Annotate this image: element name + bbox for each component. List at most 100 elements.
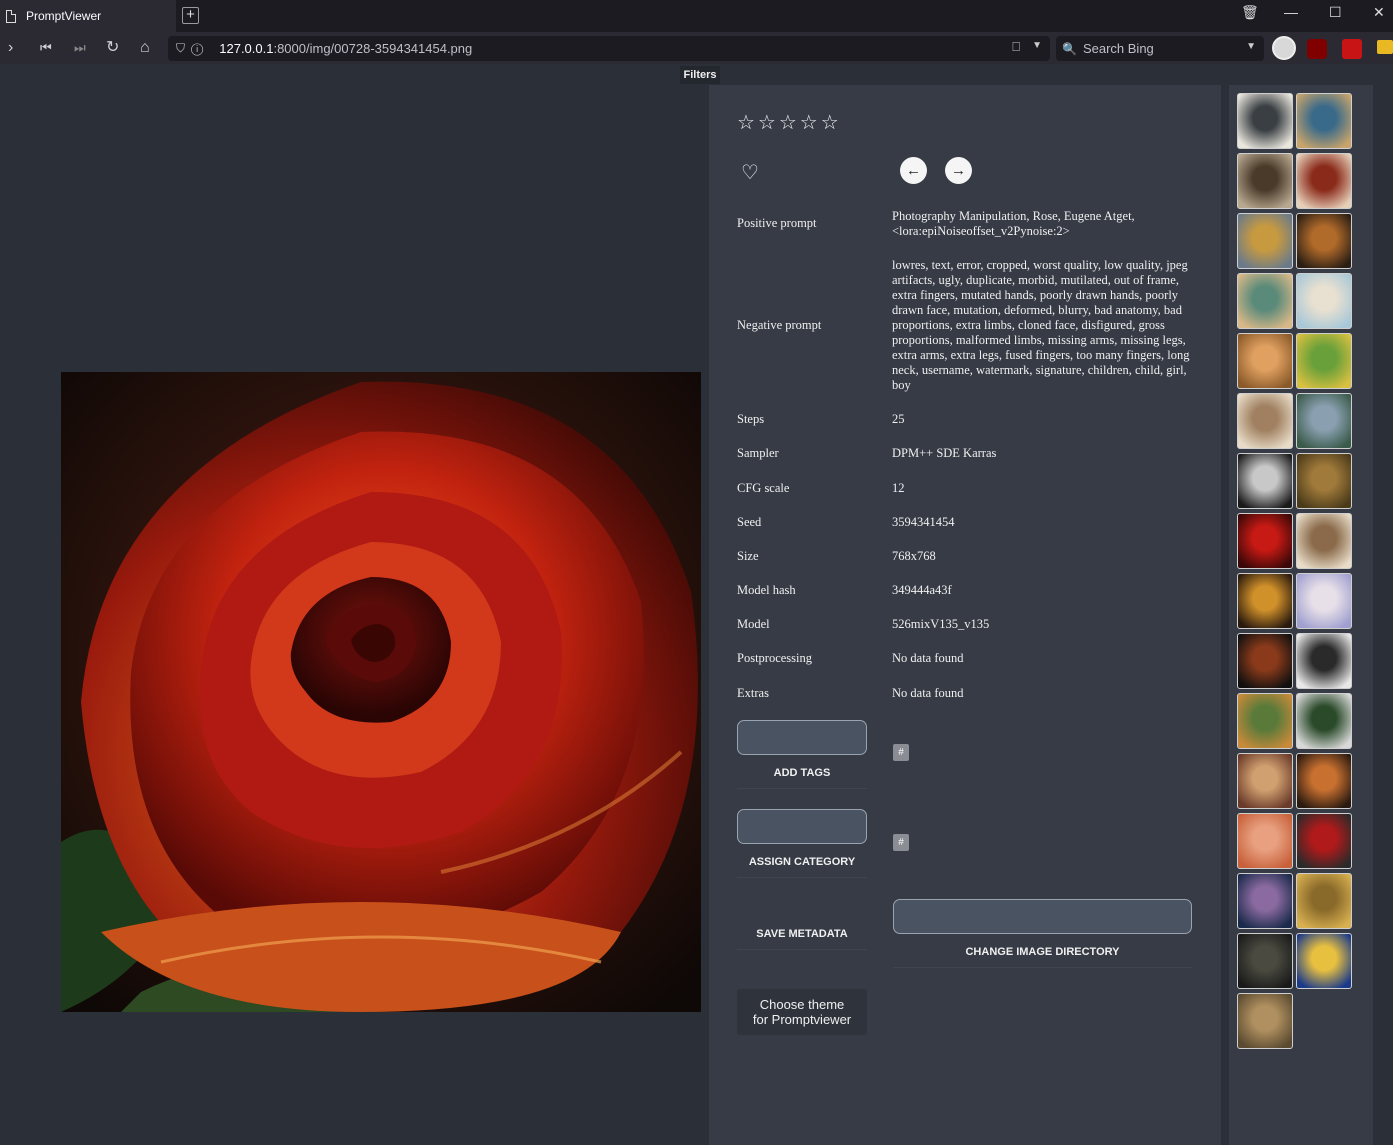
account-avatar-icon[interactable]: [1272, 36, 1296, 60]
thumbnail-red-rose[interactable]: [1237, 513, 1293, 569]
reload-icon[interactable]: ↻: [106, 38, 119, 58]
thumbnail-building-street[interactable]: [1237, 273, 1293, 329]
thumbnail-drinks-glasses[interactable]: [1237, 453, 1293, 509]
skip-back-icon[interactable]: ⏮: [40, 38, 52, 58]
value-postprocessing: No data found: [892, 651, 964, 665]
home-icon[interactable]: ⌂: [140, 38, 150, 58]
url-path: :8000/img/00728-3594341454.png: [273, 41, 473, 56]
thumbnail-lavender-field[interactable]: [1296, 573, 1352, 629]
category-input[interactable]: [737, 809, 867, 844]
label-extras: Extras: [737, 686, 769, 700]
thumbnail-mona-lisa-color[interactable]: [1296, 213, 1352, 269]
notes-extension-icon[interactable]: [1377, 40, 1393, 54]
thumbnail-glass-globe[interactable]: [1296, 273, 1352, 329]
thumbnail-colorful-hills[interactable]: [1296, 333, 1352, 389]
ublock-icon[interactable]: [1307, 39, 1327, 59]
thumbnail-green-sphere[interactable]: [1296, 693, 1352, 749]
divider: [893, 967, 1192, 968]
save-metadata-button[interactable]: SAVE METADATA: [737, 928, 867, 940]
thumbnail-autumn-park[interactable]: [1237, 993, 1293, 1049]
value-model: 526mixV135_v135: [892, 617, 990, 631]
value-size: 768x768: [892, 549, 936, 563]
label-positive-prompt: Positive prompt: [737, 216, 817, 230]
change-image-directory-button[interactable]: CHANGE IMAGE DIRECTORY: [893, 946, 1192, 958]
thumbnail-wheat-field[interactable]: [1296, 873, 1352, 929]
value-cfg-scale: 12: [892, 481, 905, 495]
close-window-button[interactable]: ✕: [1373, 4, 1385, 21]
metadata-panel: [709, 85, 1221, 1145]
thumbnail-pearl-earring-painting[interactable]: [1296, 93, 1352, 149]
skip-forward-icon[interactable]: ⏭: [74, 38, 86, 58]
theme-button-line2: for Promptviewer: [752, 1012, 852, 1027]
value-model-hash: 349444a43f: [892, 583, 952, 597]
bookmark-icon[interactable]: ⎕: [1012, 39, 1020, 55]
category-chip[interactable]: #: [893, 834, 909, 851]
label-size: Size: [737, 549, 759, 563]
theme-button-line1: Choose theme: [759, 997, 845, 1012]
thumbnail-renaissance-couple[interactable]: [1237, 333, 1293, 389]
assign-category-button[interactable]: ASSIGN CATEGORY: [737, 856, 867, 868]
extension-icon[interactable]: [1342, 39, 1362, 59]
value-positive-prompt: Photography Manipulation, Rose, Eugene A…: [892, 209, 1135, 238]
thumbnail-woman-flower-hat[interactable]: [1237, 873, 1293, 929]
thumbnail-red-rose-dark[interactable]: [1296, 813, 1352, 869]
thumbnail-framed-flowers[interactable]: [1296, 633, 1352, 689]
value-sampler: DPM++ SDE Karras: [892, 446, 997, 460]
chevron-down-icon[interactable]: ▼: [1032, 40, 1042, 51]
minimize-button[interactable]: —: [1284, 4, 1298, 20]
search-dropdown-icon[interactable]: ▼: [1246, 41, 1256, 52]
forward-arrow-icon[interactable]: ›: [8, 38, 13, 58]
value-extras: No data found: [892, 686, 964, 700]
browser-titlebar: PromptViewer + 🗑 — ☐ ✕: [0, 0, 1393, 32]
shield-info-icon: ⛉ⓘ: [176, 41, 210, 55]
thumbnail-fireplace-room[interactable]: [1296, 753, 1352, 809]
search-placeholder: Search Bing: [1082, 41, 1154, 56]
previous-image-button[interactable]: ←: [900, 157, 927, 184]
thumbnail-glass-dome-landscape[interactable]: [1237, 93, 1293, 149]
favorite-heart-icon[interactable]: ♡: [741, 160, 759, 185]
tag-chip[interactable]: #: [893, 744, 909, 761]
tags-input[interactable]: [737, 720, 867, 755]
thumbnail-beer-glasses[interactable]: [1237, 573, 1293, 629]
maximize-button[interactable]: ☐: [1329, 4, 1342, 21]
value-steps: 25: [892, 412, 905, 426]
thumbnail-mountain-lake[interactable]: [1296, 393, 1352, 449]
browser-tab[interactable]: PromptViewer: [0, 0, 176, 32]
thumbnail-starry-night[interactable]: [1296, 933, 1352, 989]
label-sampler: Sampler: [737, 446, 779, 460]
label-postprocessing: Postprocessing: [737, 651, 812, 665]
label-negative-prompt: Negative prompt: [737, 318, 822, 332]
label-model: Model: [737, 617, 770, 631]
add-tags-button[interactable]: ADD TAGS: [737, 767, 867, 779]
thumbnail-colosseum[interactable]: [1237, 753, 1293, 809]
next-image-button[interactable]: →: [945, 157, 972, 184]
thumbnail-autumn-landscape[interactable]: [1237, 693, 1293, 749]
thumbnail-woman-portrait-hat[interactable]: [1296, 153, 1352, 209]
search-bar[interactable]: 🔍 Search Bing ▼: [1056, 36, 1264, 61]
thumbnail-ornate-spiral-sculpture[interactable]: [1237, 153, 1293, 209]
label-steps: Steps: [737, 412, 765, 426]
thumbnail-seascape-painting[interactable]: [1237, 213, 1293, 269]
trash-icon[interactable]: 🗑: [1241, 4, 1259, 21]
main-image: [61, 372, 701, 1012]
rating-stars[interactable]: ☆☆☆☆☆: [737, 110, 842, 135]
divider: [737, 949, 867, 950]
divider: [737, 788, 867, 789]
address-bar[interactable]: ⛉ⓘ 127.0.0.1 :8000/img/00728-3594341454.…: [168, 36, 1050, 61]
new-tab-button[interactable]: +: [182, 7, 199, 24]
thumbnail-still-life-candle[interactable]: [1237, 933, 1293, 989]
thumbnail-palace-hall[interactable]: [1237, 393, 1293, 449]
divider: [737, 877, 867, 878]
image-directory-input[interactable]: [893, 899, 1192, 934]
value-negative-prompt: lowres, text, error, cropped, worst qual…: [892, 258, 1190, 392]
thumbnail-whiskey-glass[interactable]: [1237, 633, 1293, 689]
thumbnail-red-building[interactable]: [1237, 813, 1293, 869]
rose-illustration: [61, 372, 701, 1012]
value-seed: 3594341454: [892, 515, 955, 529]
thumbnail-cathedral-arches[interactable]: [1296, 513, 1352, 569]
filters-tab[interactable]: Filters: [680, 66, 720, 84]
tab-title: PromptViewer: [26, 9, 102, 23]
label-cfg-scale: CFG scale: [737, 481, 790, 495]
choose-theme-button[interactable]: Choose theme for Promptviewer: [737, 989, 867, 1035]
thumbnail-mona-lisa[interactable]: [1296, 453, 1352, 509]
